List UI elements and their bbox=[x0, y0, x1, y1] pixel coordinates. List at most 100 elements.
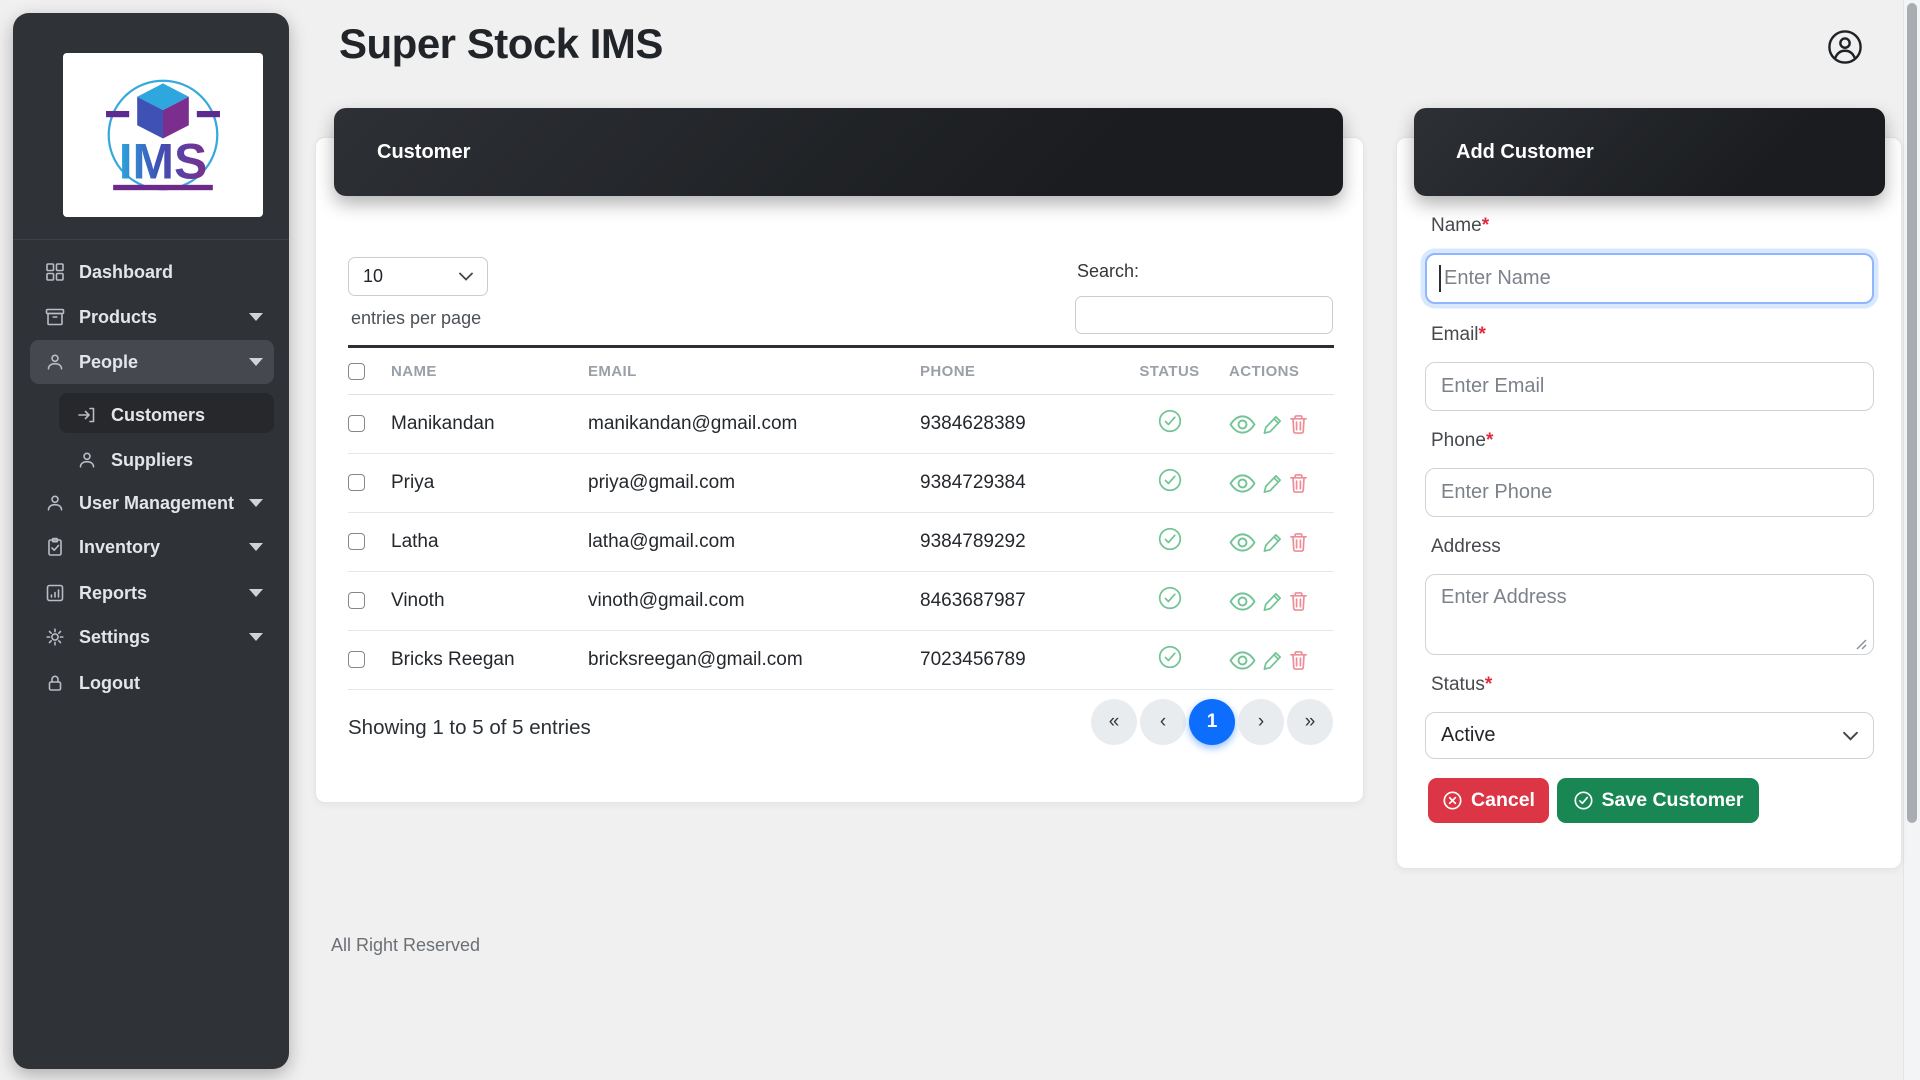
status-active-check-circle-icon[interactable] bbox=[1157, 644, 1183, 670]
status-active-check-circle-icon[interactable] bbox=[1157, 585, 1183, 611]
trash-icon[interactable] bbox=[1289, 473, 1308, 494]
eye-icon[interactable] bbox=[1229, 532, 1256, 553]
add-customer-card-title: Add Customer bbox=[1456, 141, 1594, 164]
required-asterisk: * bbox=[1482, 215, 1489, 236]
lock-icon bbox=[44, 673, 65, 694]
entries-per-page-label: entries per page bbox=[351, 308, 481, 329]
sidebar-item-logout[interactable]: Logout bbox=[13, 661, 289, 705]
sidebar-item-label: Customers bbox=[111, 405, 205, 426]
table-row: Vinoth vinoth@gmail.com 8463687987 bbox=[348, 572, 1334, 631]
column-header-email: EMAIL bbox=[588, 347, 920, 395]
row-checkbox[interactable] bbox=[348, 415, 365, 432]
eye-icon[interactable] bbox=[1229, 591, 1256, 612]
status-active-check-circle-icon[interactable] bbox=[1157, 408, 1183, 434]
pagination-next-button[interactable]: › bbox=[1238, 699, 1284, 745]
sidebar-item-customers[interactable]: Customers bbox=[13, 393, 289, 437]
chevron-down-icon bbox=[459, 272, 473, 281]
check-circle-icon bbox=[1573, 790, 1594, 811]
person-icon bbox=[76, 450, 97, 471]
phone-field[interactable] bbox=[1425, 468, 1874, 517]
search-label: Search: bbox=[1077, 261, 1139, 282]
sidebar-item-label: Products bbox=[79, 307, 157, 328]
cell-phone: 9384628389 bbox=[920, 395, 1110, 454]
pagination-first-button[interactable]: « bbox=[1091, 699, 1137, 745]
cell-email: manikandan@gmail.com bbox=[588, 395, 920, 454]
sidebar-item-user-management[interactable]: User Management bbox=[13, 481, 289, 525]
pencil-icon[interactable] bbox=[1262, 591, 1283, 612]
person-icon bbox=[44, 493, 65, 514]
pencil-icon[interactable] bbox=[1262, 473, 1283, 494]
eye-icon[interactable] bbox=[1229, 473, 1256, 494]
pencil-icon[interactable] bbox=[1262, 532, 1283, 553]
cancel-button[interactable]: Cancel bbox=[1428, 778, 1549, 823]
pencil-icon[interactable] bbox=[1262, 414, 1283, 435]
user-menu-button[interactable] bbox=[1827, 29, 1863, 65]
entries-per-page-select[interactable]: 10 bbox=[348, 257, 488, 296]
x-circle-icon bbox=[1442, 790, 1463, 811]
trash-icon[interactable] bbox=[1289, 414, 1308, 435]
customer-card: 10 entries per page Search: NAME EMAIL P… bbox=[315, 137, 1364, 803]
page-scrollbar-thumb[interactable] bbox=[1907, 3, 1917, 823]
page-scrollbar-track[interactable] bbox=[1903, 0, 1920, 1080]
required-asterisk: * bbox=[1479, 324, 1486, 345]
status-active-check-circle-icon[interactable] bbox=[1157, 467, 1183, 493]
chevron-down-icon bbox=[249, 499, 263, 507]
address-field[interactable] bbox=[1425, 574, 1874, 655]
text-cursor bbox=[1439, 265, 1441, 292]
sidebar-item-label: People bbox=[79, 352, 138, 373]
person-icon bbox=[44, 352, 65, 373]
sidebar-item-reports[interactable]: Reports bbox=[13, 571, 289, 615]
sidebar-item-inventory[interactable]: Inventory bbox=[13, 525, 289, 569]
table-row: Bricks Reegan bricksreegan@gmail.com 702… bbox=[348, 631, 1334, 690]
pagination: « ‹ 1 › » bbox=[1091, 699, 1333, 745]
box-arrow-in-right-icon bbox=[76, 405, 97, 426]
trash-icon[interactable] bbox=[1289, 532, 1308, 553]
textarea-resize-handle[interactable] bbox=[1854, 637, 1867, 655]
sidebar-item-people[interactable]: People bbox=[13, 340, 289, 384]
cell-email: vinoth@gmail.com bbox=[588, 572, 920, 631]
sidebar-item-label: Reports bbox=[79, 583, 147, 604]
pagination-last-button[interactable]: » bbox=[1287, 699, 1333, 745]
trash-icon[interactable] bbox=[1289, 650, 1308, 671]
status-select[interactable]: Active bbox=[1425, 712, 1874, 759]
eye-icon[interactable] bbox=[1229, 414, 1256, 435]
app-logo: IMS bbox=[63, 53, 263, 217]
trash-icon[interactable] bbox=[1289, 591, 1308, 612]
row-checkbox[interactable] bbox=[348, 651, 365, 668]
row-checkbox[interactable] bbox=[348, 592, 365, 609]
cell-name: Latha bbox=[391, 513, 588, 572]
cancel-button-label: Cancel bbox=[1471, 789, 1535, 812]
name-label: Name* bbox=[1431, 215, 1489, 237]
name-field[interactable] bbox=[1425, 253, 1874, 304]
save-customer-button[interactable]: Save Customer bbox=[1557, 778, 1759, 823]
pagination-page-1-button[interactable]: 1 bbox=[1189, 699, 1235, 745]
column-header-actions: ACTIONS bbox=[1229, 347, 1334, 395]
row-checkbox[interactable] bbox=[348, 533, 365, 550]
email-field[interactable] bbox=[1425, 362, 1874, 411]
status-active-check-circle-icon[interactable] bbox=[1157, 526, 1183, 552]
phone-label: Phone* bbox=[1431, 430, 1493, 452]
sidebar-item-products[interactable]: Products bbox=[13, 295, 289, 339]
eye-icon[interactable] bbox=[1229, 650, 1256, 671]
sidebar-item-label: Settings bbox=[79, 627, 150, 648]
sidebar-item-dashboard[interactable]: Dashboard bbox=[13, 250, 289, 294]
pencil-icon[interactable] bbox=[1262, 650, 1283, 671]
sidebar-item-settings[interactable]: Settings bbox=[13, 615, 289, 659]
cell-phone: 8463687987 bbox=[920, 572, 1110, 631]
sidebar-item-label: Logout bbox=[79, 673, 140, 694]
column-header-name: NAME bbox=[391, 347, 588, 395]
table-summary: Showing 1 to 5 of 5 entries bbox=[348, 716, 591, 740]
cell-email: latha@gmail.com bbox=[588, 513, 920, 572]
select-all-checkbox[interactable] bbox=[348, 363, 365, 380]
gear-icon bbox=[44, 627, 65, 648]
search-input[interactable] bbox=[1075, 296, 1333, 334]
clipboard-check-icon bbox=[44, 537, 65, 558]
email-label: Email* bbox=[1431, 324, 1486, 346]
row-checkbox[interactable] bbox=[348, 474, 365, 491]
pagination-prev-button[interactable]: ‹ bbox=[1140, 699, 1186, 745]
save-button-label: Save Customer bbox=[1602, 789, 1744, 812]
sidebar: IMS Dashboard Products People Customers bbox=[13, 13, 289, 1069]
cell-phone: 7023456789 bbox=[920, 631, 1110, 690]
address-label: Address bbox=[1431, 536, 1501, 558]
sidebar-item-suppliers[interactable]: Suppliers bbox=[13, 438, 289, 482]
